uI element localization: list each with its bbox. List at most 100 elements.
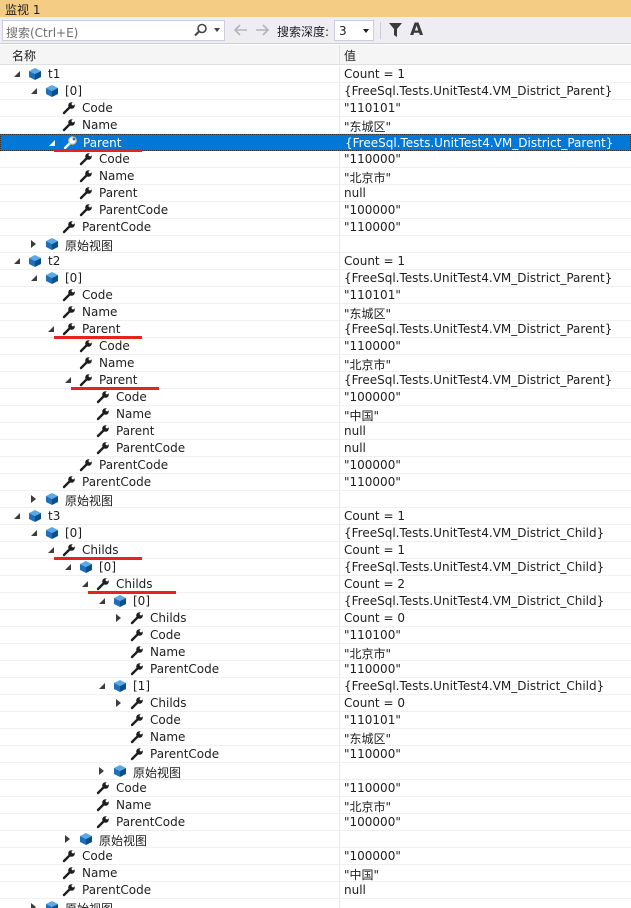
watch-row[interactable]: Childs Count = 0: [0, 695, 631, 712]
watch-row[interactable]: Parent null: [0, 185, 631, 202]
watch-row[interactable]: 原始视图: [0, 899, 631, 908]
search-back-arrow-icon[interactable]: [233, 23, 249, 37]
watch-row[interactable]: Code "110100": [0, 627, 631, 644]
watch-row[interactable]: ParentCode null: [0, 440, 631, 457]
watch-row[interactable]: [0] {FreeSql.Tests.UnitTest4.VM_District_…: [0, 559, 631, 576]
watch-row[interactable]: Name "中国": [0, 406, 631, 423]
collapse-arrow-icon[interactable]: [99, 683, 105, 689]
row-name: Parent: [83, 136, 122, 150]
column-header-name[interactable]: 名称: [12, 47, 36, 64]
watch-row[interactable]: ParentCode "100000": [0, 457, 631, 474]
row-name: ParentCode: [116, 815, 186, 829]
watch-row[interactable]: [0] {FreeSql.Tests.UnitTest4.VM_District_…: [0, 270, 631, 287]
column-splitter[interactable]: [339, 45, 340, 65]
watch-row[interactable]: [1] {FreeSql.Tests.UnitTest4.VM_District_…: [0, 678, 631, 695]
watch-row[interactable]: ParentCode "110000": [0, 746, 631, 763]
row-value: "110000": [344, 747, 401, 761]
expand-arrow-icon[interactable]: [116, 699, 121, 707]
watch-row[interactable]: Code "100000": [0, 389, 631, 406]
expand-arrow-icon[interactable]: [99, 767, 104, 775]
watch-row[interactable]: 原始视图: [0, 763, 631, 780]
property-wrench-icon: [79, 357, 92, 370]
font-style-button[interactable]: A: [410, 20, 423, 40]
object-cube-icon: [114, 765, 126, 777]
property-wrench-icon: [62, 884, 75, 897]
watch-row[interactable]: ParentCode "100000": [0, 202, 631, 219]
watch-row[interactable]: [0] {FreeSql.Tests.UnitTest4.VM_District_…: [0, 593, 631, 610]
watch-row[interactable]: ParentCode "110000": [0, 661, 631, 678]
row-value: {FreeSql.Tests.UnitTest4.VM_District_Chi…: [344, 560, 605, 574]
search-icon[interactable]: [194, 23, 208, 37]
watch-row[interactable]: ParentCode "100000": [0, 814, 631, 831]
property-wrench-icon: [96, 442, 109, 455]
collapse-arrow-icon[interactable]: [48, 547, 54, 553]
property-wrench-icon: [79, 374, 92, 387]
watch-row[interactable]: t2 Count = 1: [0, 253, 631, 270]
expand-arrow-icon[interactable]: [65, 835, 70, 843]
watch-row[interactable]: ParentCode "110000": [0, 474, 631, 491]
search-depth-select[interactable]: 3: [334, 20, 374, 41]
watch-row[interactable]: 原始视图: [0, 491, 631, 508]
collapse-arrow-icon[interactable]: [49, 140, 55, 146]
row-name: ParentCode: [82, 220, 152, 234]
watch-row[interactable]: Childs Count = 0: [0, 610, 631, 627]
expand-arrow-icon[interactable]: [31, 903, 36, 908]
row-name: t1: [48, 67, 61, 81]
property-wrench-icon: [130, 663, 143, 676]
row-name: Name: [150, 645, 186, 659]
watch-row[interactable]: Name "北京市": [0, 168, 631, 185]
watch-row[interactable]: t3 Count = 1: [0, 508, 631, 525]
watch-row[interactable]: [0] {FreeSql.Tests.UnitTest4.VM_District_…: [0, 83, 631, 100]
property-wrench-icon: [62, 221, 75, 234]
watch-row[interactable]: ParentCode null: [0, 882, 631, 899]
collapse-arrow-icon[interactable]: [65, 564, 71, 570]
watch-row[interactable]: Name "北京市": [0, 644, 631, 661]
collapse-arrow-icon[interactable]: [31, 530, 37, 536]
watch-row[interactable]: Code "110101": [0, 287, 631, 304]
row-name: 原始视图: [65, 900, 113, 908]
collapse-arrow-icon[interactable]: [48, 326, 54, 332]
watch-row[interactable]: Name "中国": [0, 865, 631, 882]
collapse-arrow-icon[interactable]: [31, 275, 37, 281]
collapse-arrow-icon[interactable]: [14, 513, 20, 519]
watch-row[interactable]: ParentCode "110000": [0, 219, 631, 236]
watch-row[interactable]: Name "东城区": [0, 729, 631, 746]
row-name: Code: [99, 152, 130, 166]
expand-arrow-icon[interactable]: [31, 495, 36, 503]
watch-row[interactable]: [0] {FreeSql.Tests.UnitTest4.VM_District_…: [0, 525, 631, 542]
collapse-arrow-icon[interactable]: [14, 258, 20, 264]
row-value: "北京市": [344, 171, 392, 185]
expand-arrow-icon[interactable]: [31, 240, 36, 248]
watch-row[interactable]: Code "110000": [0, 338, 631, 355]
filter-icon[interactable]: [389, 23, 402, 37]
watch-row[interactable]: Name "东城区": [0, 304, 631, 321]
expand-arrow-icon[interactable]: [116, 614, 121, 622]
search-forward-arrow-icon[interactable]: [254, 23, 270, 37]
row-name: Childs: [150, 696, 187, 710]
watch-row[interactable]: 原始视图: [0, 236, 631, 253]
watch-row[interactable]: Name "东城区": [0, 117, 631, 134]
row-name: Code: [150, 713, 181, 727]
collapse-arrow-icon[interactable]: [99, 598, 105, 604]
search-input[interactable]: 搜索(Ctrl+E): [2, 20, 225, 41]
object-cube-icon: [46, 527, 58, 539]
search-options-dropdown-icon[interactable]: [214, 28, 220, 32]
watch-row[interactable]: Code "100000": [0, 848, 631, 865]
object-cube-icon: [46, 493, 58, 505]
watch-row[interactable]: Name "北京市": [0, 355, 631, 372]
watch-row[interactable]: 原始视图: [0, 831, 631, 848]
watch-row[interactable]: Name "北京市": [0, 797, 631, 814]
collapse-arrow-icon[interactable]: [82, 581, 88, 587]
watch-row[interactable]: Parent null: [0, 423, 631, 440]
watch-row[interactable]: Code "110000": [0, 151, 631, 168]
watch-row[interactable]: Code "110000": [0, 780, 631, 797]
watch-toolbar: 搜索(Ctrl+E) 搜索深度: 3 A: [0, 17, 631, 44]
column-header-value[interactable]: 值: [344, 47, 356, 64]
watch-row[interactable]: Code "110101": [0, 100, 631, 117]
watch-row[interactable]: Code "110101": [0, 712, 631, 729]
collapse-arrow-icon[interactable]: [31, 88, 37, 94]
window-title: 监视 1: [5, 3, 41, 17]
watch-row[interactable]: t1 Count = 1: [0, 66, 631, 83]
collapse-arrow-icon[interactable]: [14, 71, 20, 77]
collapse-arrow-icon[interactable]: [65, 377, 71, 383]
